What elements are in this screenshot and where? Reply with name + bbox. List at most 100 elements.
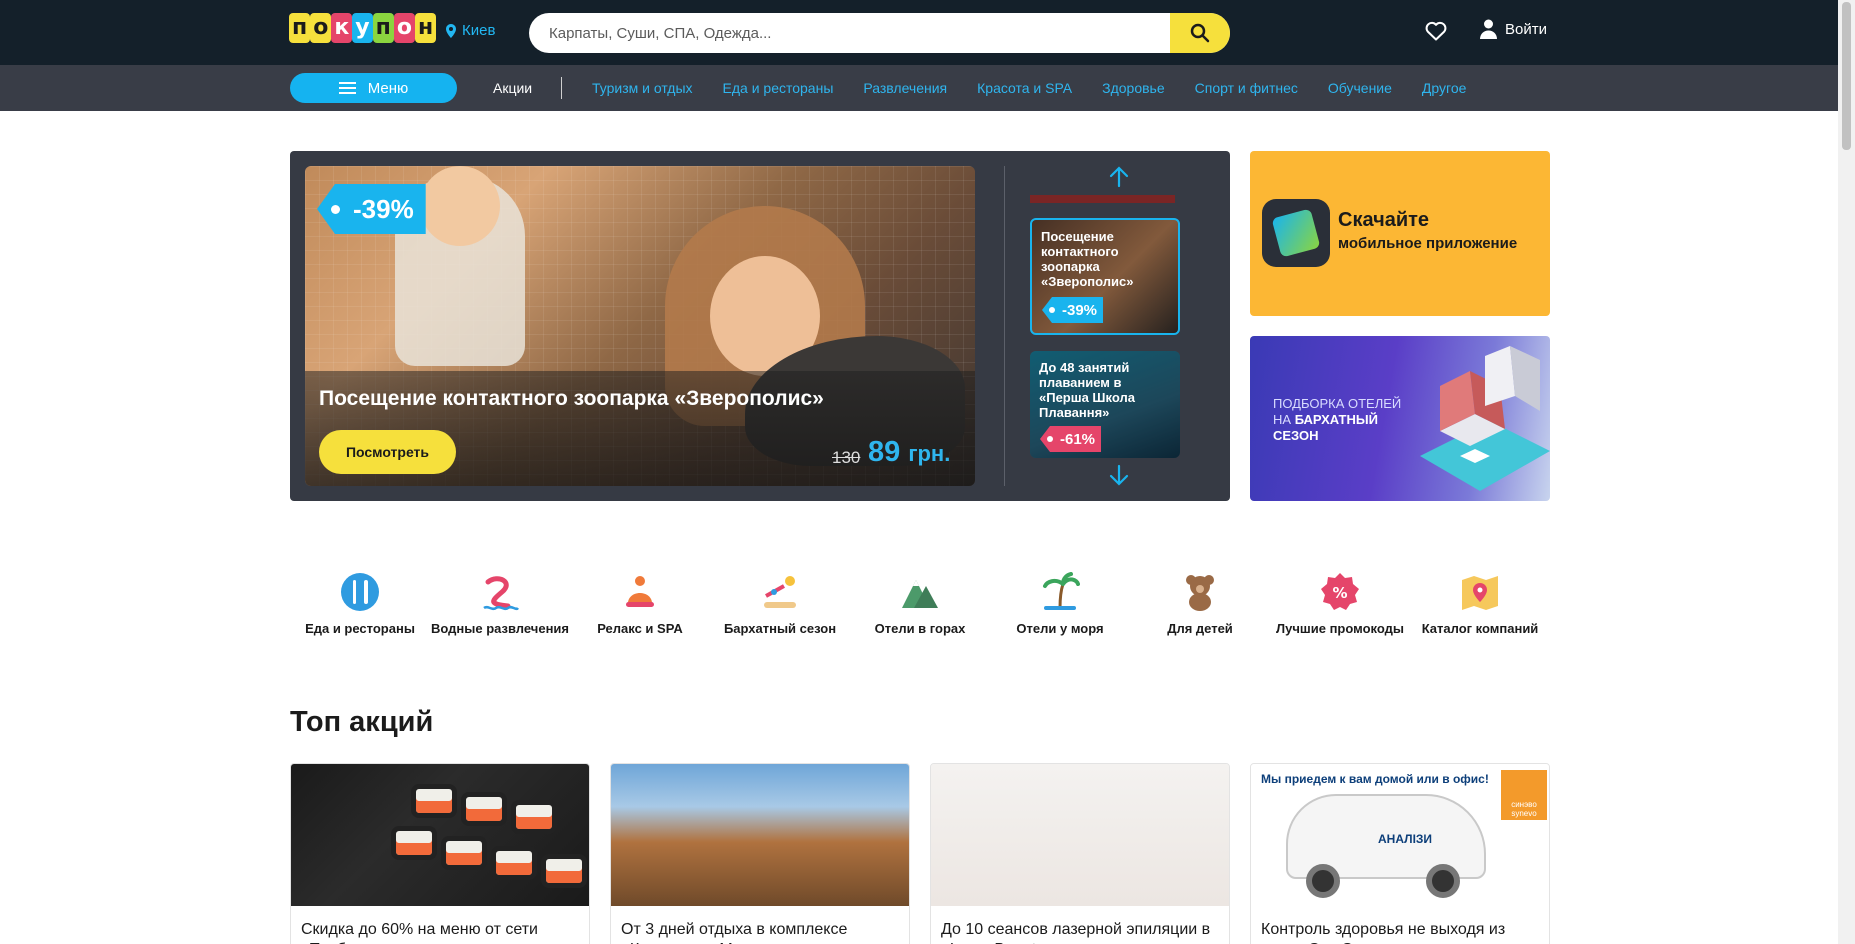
page-scrollbar[interactable]: [1838, 0, 1855, 944]
category-item[interactable]: % Лучшие промокоды: [1270, 572, 1410, 635]
deal-card[interactable]: От 3 дней отдыха в комплексе «Карпаты» в…: [610, 763, 910, 944]
synevo-logo-text: синэво synevo: [1511, 800, 1537, 818]
logo-letter: о: [310, 13, 332, 43]
category-nav: Меню Акции Туризм и отдых Еда и ресторан…: [0, 65, 1838, 111]
map-pin-icon: [1462, 576, 1498, 610]
favorites-button[interactable]: [1425, 21, 1447, 46]
sushi-roll: [411, 784, 457, 818]
new-price: 89 грн.: [868, 436, 950, 469]
category-item[interactable]: Еда и рестораны: [290, 572, 430, 635]
new-price-value: 89: [868, 436, 901, 468]
city-label: Киев: [462, 22, 496, 39]
category-item[interactable]: Водные развлечения: [430, 572, 570, 635]
scrollbar-thumb[interactable]: [1842, 2, 1851, 150]
slider-thumb[interactable]: До 48 занятий плаванием в «Перша Школа П…: [1030, 351, 1180, 458]
nav-link[interactable]: Еда и рестораны: [723, 80, 834, 96]
arrow-up-icon: [1109, 166, 1129, 188]
deal-title: До 10 сеансов лазерной эпиляции в «Laser…: [941, 921, 1211, 944]
hamburger-icon: [338, 82, 356, 94]
hero-title: Посещение контактного зоопарка «Зверопол…: [319, 387, 824, 410]
page: п о к у п о н Киев Войти Мен: [0, 0, 1855, 944]
discount-label: -39%: [353, 193, 414, 224]
sushi-roll: [511, 800, 557, 834]
logo[interactable]: п о к у п о н: [289, 13, 437, 43]
category-label: Отели у моря: [1016, 621, 1104, 636]
nav-link[interactable]: Здоровье: [1102, 80, 1165, 96]
search-input[interactable]: [549, 13, 1169, 53]
hotels-banner[interactable]: ПОДБОРКА ОТЕЛЕЙ НА БАРХАТНЫЙ СЕЗОН: [1250, 336, 1550, 501]
logo-letter: п: [289, 13, 311, 43]
van-wheel: [1426, 864, 1460, 898]
arrow-down-icon: [1109, 464, 1129, 486]
login-label: Войти: [1505, 20, 1547, 38]
discount-badge: -39%: [1042, 297, 1104, 323]
search-bar: [529, 13, 1230, 53]
deal-title: Контроль здоровья не выходя из дома. От …: [1261, 921, 1506, 944]
deal-title: Скидка до 60% на меню от сети «Таобао»: [301, 921, 538, 944]
category-label: Отели в горах: [874, 621, 966, 636]
category-item[interactable]: Релакс и SPA: [570, 572, 710, 635]
slider-up-button[interactable]: [1108, 166, 1130, 193]
water-slide-icon: [483, 576, 520, 611]
slider-divider: [1004, 166, 1005, 486]
search-icon: [1190, 23, 1210, 43]
category-label: Релакс и SPA: [597, 621, 683, 636]
discount-label: -61%: [1060, 430, 1096, 448]
hero-image-figure: [420, 166, 500, 246]
nav-link[interactable]: Развлечения: [863, 80, 947, 96]
nav-link[interactable]: Туризм и отдых: [592, 80, 693, 96]
app-banner-title: Скачайте: [1338, 209, 1430, 231]
category-icons: Еда и рестораны Водные развлечения Релак…: [290, 572, 1550, 652]
percent-icon: %: [1321, 573, 1359, 610]
login-button[interactable]: Войти: [1480, 19, 1547, 39]
thumb-partial: [1030, 195, 1175, 203]
deal-card[interactable]: Мы приедем к вам домой или в офис! синэв…: [1250, 763, 1550, 944]
category-item[interactable]: Бархатный сезон: [710, 572, 850, 635]
nav-link-akcii[interactable]: Акции: [493, 80, 532, 96]
deal-image-banner: Мы приедем к вам домой или в офис!: [1261, 772, 1489, 786]
teddy-bear-icon: [1186, 575, 1214, 611]
old-price: 130: [832, 448, 861, 467]
city-selector[interactable]: Киев: [446, 22, 495, 39]
user-icon: [1480, 19, 1497, 39]
nav-links: Туризм и отдых Еда и рестораны Развлечен…: [592, 80, 1496, 96]
nav-link[interactable]: Другое: [1422, 80, 1466, 96]
category-item[interactable]: Для детей: [1130, 572, 1270, 635]
category-label: Водные развлечения: [430, 621, 570, 636]
category-label: Лучшие промокоды: [1276, 621, 1404, 636]
menu-button[interactable]: Меню: [290, 73, 457, 103]
view-button[interactable]: Посмотреть: [319, 430, 456, 474]
svg-text:%: %: [1332, 584, 1347, 602]
deal-image: Мы приедем к вам домой или в офис! синэв…: [1251, 764, 1549, 906]
menu-label: Меню: [367, 79, 409, 97]
search-button[interactable]: [1170, 13, 1230, 53]
nav-link[interactable]: Красота и SPA: [977, 80, 1072, 96]
slider-down-button[interactable]: [1108, 464, 1130, 491]
thumb-title: До 48 занятий плаванием в «Перша Школа П…: [1039, 360, 1135, 420]
category-label: Еда и рестораны: [305, 621, 415, 636]
category-item[interactable]: Отели у моря: [990, 572, 1130, 635]
hero-slide[interactable]: -39% Посещение контактного зоопарка «Зве…: [305, 166, 975, 486]
category-label: Бархатный сезон: [723, 621, 837, 636]
section-title: Топ акций: [290, 706, 434, 738]
slider-thumb[interactable]: Посещение контактного зоопарка «Зверопол…: [1030, 218, 1180, 335]
category-item[interactable]: Отели в горах: [850, 572, 990, 635]
category-label: Для детей: [1167, 621, 1233, 636]
nav-link[interactable]: Спорт и фитнес: [1195, 80, 1298, 96]
deal-card[interactable]: До 10 сеансов лазерной эпиляции в «Laser…: [930, 763, 1230, 944]
header: п о к у п о н Киев Войти: [0, 0, 1838, 65]
isometric-hotels-illustration: [1420, 346, 1550, 491]
category-item[interactable]: Каталог компаний: [1410, 572, 1550, 635]
logo-letter: о: [393, 13, 415, 43]
deal-card[interactable]: Скидка до 60% на меню от сети «Таобао»: [290, 763, 590, 944]
nav-link[interactable]: Обучение: [1328, 80, 1392, 96]
category-label: Каталог компаний: [1421, 621, 1539, 636]
location-pin-icon: [446, 23, 456, 38]
app-download-banner[interactable]: Скачайте мобильное приложение: [1250, 151, 1550, 316]
deal-image: [611, 764, 909, 906]
sushi-roll: [541, 854, 587, 888]
deal-image: [931, 764, 1229, 906]
discount-label: -39%: [1062, 301, 1098, 319]
discount-badge: -61%: [1040, 426, 1102, 452]
sushi-roll: [441, 836, 487, 870]
